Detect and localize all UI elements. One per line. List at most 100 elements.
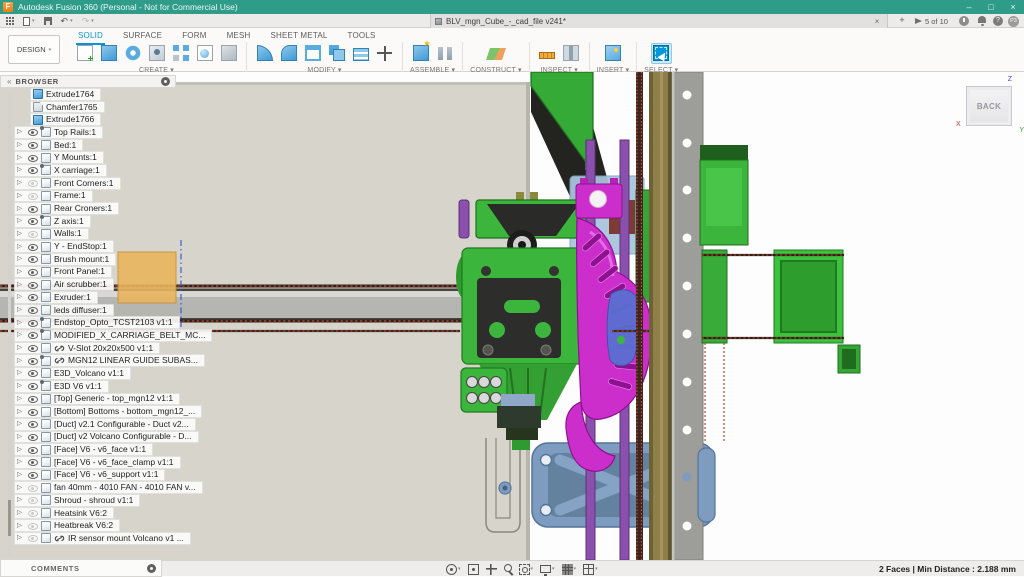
combine-button[interactable] <box>326 43 347 64</box>
expand-arrow-icon[interactable] <box>17 279 24 291</box>
expand-arrow-icon[interactable] <box>17 507 24 519</box>
browser-item-label[interactable]: Top Rails:1 <box>54 127 96 138</box>
hole-button[interactable] <box>146 43 167 64</box>
undo-button[interactable]: ↶ ▾ <box>61 16 73 26</box>
browser-item-label[interactable]: Brush mount:1 <box>54 254 109 265</box>
visibility-eye-icon[interactable] <box>27 419 38 430</box>
job-status-badge[interactable]: 5 of 10 <box>915 14 948 28</box>
browser-row[interactable]: Chamfer1765 <box>30 101 105 114</box>
view-cube-face[interactable]: BACK <box>966 86 1012 126</box>
viewports-button[interactable]: ▾ <box>583 564 598 575</box>
browser-item-label[interactable]: Exruder:1 <box>54 292 91 303</box>
browser-item-label[interactable]: fan 40mm - 4010 FAN - 4010 FAN v... <box>54 482 196 493</box>
help-icon[interactable]: ? <box>993 16 1003 26</box>
browser-row[interactable]: Heatsink V6:2 <box>14 507 114 520</box>
browser-item-label[interactable]: Rear Croners:1 <box>54 203 112 214</box>
browser-row[interactable]: Z axis:1 <box>14 215 91 228</box>
browser-row[interactable]: MODIFIED_X_CARRIAGE_BELT_MC... <box>14 329 212 342</box>
file-menu-button[interactable]: ▾ <box>23 17 35 26</box>
pattern-button[interactable] <box>170 43 191 64</box>
expand-arrow-icon[interactable] <box>17 355 24 367</box>
browser-item-label[interactable]: leds diffuser:1 <box>54 305 107 316</box>
browser-row[interactable]: V-Slot 20x20x500 v1:1 <box>14 342 160 355</box>
browser-item-label[interactable]: Front Corners:1 <box>54 178 114 189</box>
browser-row[interactable]: MGN12 LINEAR GUIDE SUBAS... <box>14 354 205 367</box>
expand-arrow-icon[interactable] <box>17 431 24 443</box>
browser-row[interactable]: fan 40mm - 4010 FAN - 4010 FAN v... <box>14 481 203 494</box>
insert-image-button[interactable] <box>602 43 623 64</box>
expand-arrow-icon[interactable] <box>17 406 24 418</box>
expand-arrow-icon[interactable] <box>17 380 24 392</box>
visibility-eye-icon[interactable] <box>27 469 38 480</box>
document-tab-close-icon[interactable]: × <box>871 17 883 26</box>
browser-item-label[interactable]: [Top] Generic - top_mgn12 v1:1 <box>54 393 173 404</box>
browser-item-label[interactable]: Walls:1 <box>54 228 82 239</box>
shell-button[interactable] <box>302 43 323 64</box>
visibility-eye-icon[interactable] <box>27 140 38 151</box>
visibility-eye-icon[interactable] <box>27 317 38 328</box>
redo-button[interactable]: ↷ ▾ <box>82 16 94 26</box>
browser-item-label[interactable]: MGN12 LINEAR GUIDE SUBAS... <box>68 355 198 366</box>
browser-row[interactable]: Y Mounts:1 <box>14 151 104 164</box>
visibility-eye-icon[interactable] <box>27 254 38 265</box>
new-tab-button[interactable]: + <box>896 15 908 25</box>
joint-button[interactable] <box>434 43 455 64</box>
expand-arrow-icon[interactable] <box>17 329 24 341</box>
document-tab[interactable]: BLV_mgn_Cube_-_cad_file v241* × <box>430 14 888 28</box>
browser-collapse-icon[interactable]: « <box>7 77 11 86</box>
extrude-button[interactable] <box>98 43 119 64</box>
browser-row[interactable]: Heatbreak V6:2 <box>14 519 120 532</box>
browser-item-label[interactable]: [Face] V6 - v6_face v1:1 <box>54 444 146 455</box>
visibility-eye-icon[interactable] <box>27 431 38 442</box>
expand-arrow-icon[interactable] <box>17 266 24 278</box>
browser-item-label[interactable]: [Duct] v2.1 Configurable - Duct v2... <box>54 419 189 430</box>
browser-item-label[interactable]: E3D V6 v1:1 <box>54 381 102 392</box>
primitive-button[interactable] <box>218 43 239 64</box>
visibility-eye-icon[interactable] <box>27 368 38 379</box>
expand-arrow-icon[interactable] <box>17 444 24 456</box>
minimize-button[interactable]: – <box>958 0 980 14</box>
expand-arrow-icon[interactable] <box>17 215 24 227</box>
browser-row[interactable]: Extrude1764 <box>30 88 101 101</box>
expand-arrow-icon[interactable] <box>17 203 24 215</box>
grid-snaps-button[interactable]: ▾ <box>562 564 577 575</box>
browser-row[interactable]: Top Rails:1 <box>14 126 103 139</box>
comments-options-icon[interactable] <box>147 564 156 573</box>
browser-item-label[interactable]: [Duct] v2 Volcano Configurable - D... <box>54 431 192 442</box>
expand-arrow-icon[interactable] <box>17 520 24 532</box>
expand-arrow-icon[interactable] <box>17 304 24 316</box>
browser-row[interactable]: [Bottom] Bottoms - bottom_mgn12_... <box>14 405 202 418</box>
visibility-eye-icon[interactable] <box>27 381 38 392</box>
visibility-eye-icon[interactable] <box>27 444 38 455</box>
expand-arrow-icon[interactable] <box>17 126 24 138</box>
visibility-eye-icon[interactable] <box>27 203 38 214</box>
browser-item-label[interactable]: Frame:1 <box>54 190 86 201</box>
visibility-eye-icon[interactable] <box>27 520 38 531</box>
visibility-eye-icon[interactable] <box>27 406 38 417</box>
visibility-eye-icon[interactable] <box>27 305 38 316</box>
comments-panel-header[interactable]: COMMENTS <box>0 559 162 577</box>
expand-arrow-icon[interactable] <box>17 190 24 202</box>
fillet-button[interactable] <box>278 43 299 64</box>
visibility-eye-icon[interactable] <box>27 393 38 404</box>
browser-item-label[interactable]: [Face] V6 - v6_support v1:1 <box>54 469 158 480</box>
browser-item-label[interactable]: Y - EndStop:1 <box>54 241 107 252</box>
construct-plane-button[interactable] <box>485 43 506 64</box>
visibility-eye-icon[interactable] <box>27 457 38 468</box>
pan-button[interactable] <box>486 564 497 575</box>
browser-item-label[interactable]: Shroud - shroud v1:1 <box>54 495 133 506</box>
browser-item-label[interactable]: [Bottom] Bottoms - bottom_mgn12_... <box>54 406 195 417</box>
expand-arrow-icon[interactable] <box>17 342 24 354</box>
app-grid-menu-icon[interactable] <box>6 17 14 25</box>
visibility-eye-icon[interactable] <box>27 533 38 544</box>
browser-row[interactable]: E3D_Volcano v1:1 <box>14 367 131 380</box>
browser-item-label[interactable]: Air scrubber:1 <box>54 279 107 290</box>
expand-arrow-icon[interactable] <box>17 152 24 164</box>
offset-face-button[interactable] <box>350 43 371 64</box>
maximize-button[interactable]: □ <box>980 0 1002 14</box>
expand-arrow-icon[interactable] <box>17 241 24 253</box>
expand-arrow-icon[interactable] <box>17 456 24 468</box>
save-button[interactable] <box>44 17 52 25</box>
visibility-eye-icon[interactable] <box>27 482 38 493</box>
browser-item-label[interactable]: Z axis:1 <box>54 216 84 227</box>
